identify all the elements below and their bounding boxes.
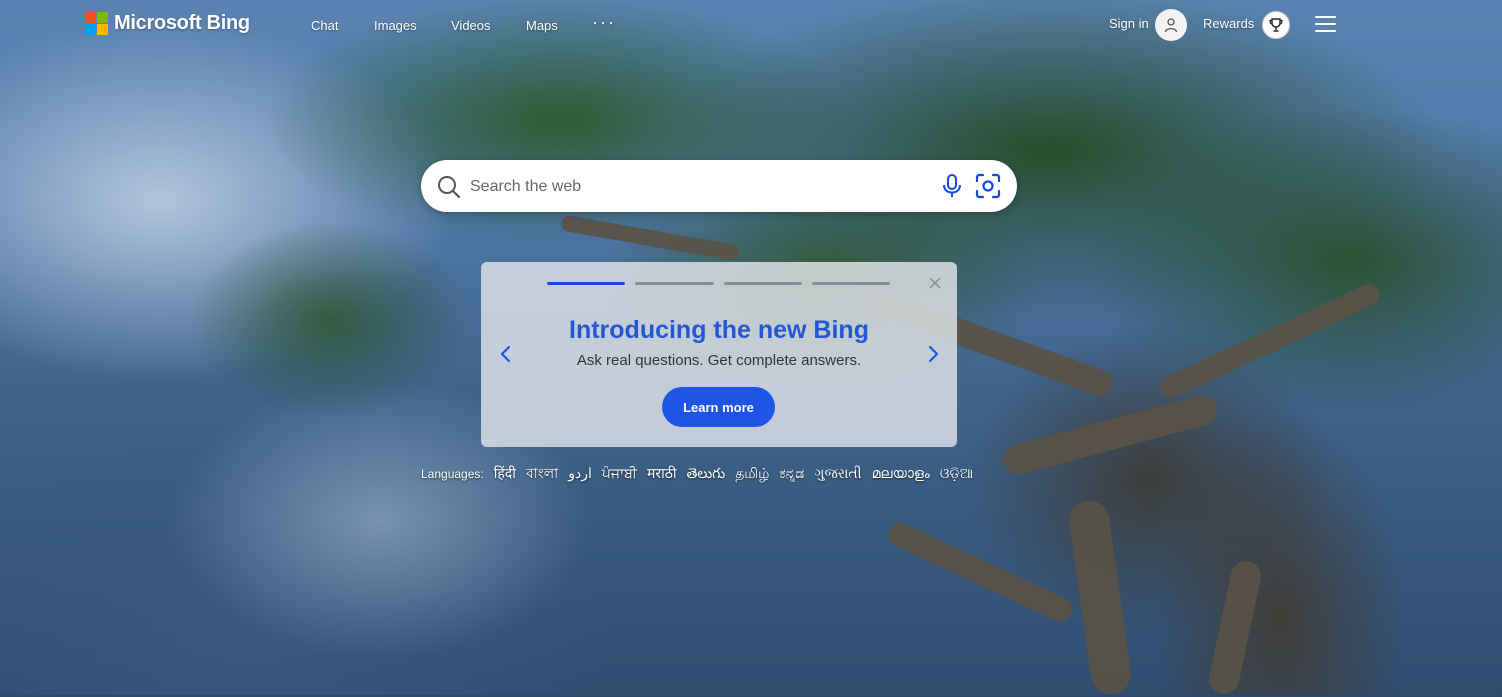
search-input[interactable] bbox=[468, 174, 912, 200]
microphone-icon[interactable] bbox=[941, 173, 963, 204]
language-link-bangla[interactable]: বাংলা bbox=[526, 462, 558, 486]
trophy-icon[interactable] bbox=[1262, 11, 1290, 39]
rewards-link[interactable]: Rewards bbox=[1203, 16, 1254, 31]
hamburger-icon[interactable] bbox=[1315, 15, 1337, 33]
language-link-kannada[interactable]: ಕನ್ನಡ bbox=[779, 465, 804, 482]
language-link-hindi[interactable]: हिंदी bbox=[494, 464, 516, 483]
carousel-indicator-2[interactable] bbox=[635, 282, 714, 285]
promo-subtitle: Ask real questions. Get complete answers… bbox=[576, 352, 862, 369]
language-link-malayalam[interactable]: മലയാളം bbox=[872, 465, 930, 482]
language-link-gujarati[interactable]: ગુજરાતી bbox=[814, 465, 861, 482]
carousel-indicator-3[interactable] bbox=[724, 282, 802, 285]
nav-more[interactable]: ··· bbox=[592, 12, 616, 33]
nav-maps[interactable]: Maps bbox=[526, 18, 558, 33]
top-header: Microsoft Bing Chat Images Videos Maps ·… bbox=[0, 0, 1502, 50]
promo-title: Introducing the new Bing bbox=[569, 316, 869, 344]
language-link-telugu[interactable]: తెలుగు bbox=[687, 465, 726, 485]
microsoft-logo-icon bbox=[85, 12, 108, 35]
close-icon[interactable] bbox=[928, 276, 942, 290]
language-link-urdu[interactable]: اردو bbox=[568, 465, 592, 482]
brand-name: Microsoft Bing bbox=[114, 12, 250, 34]
language-link-marathi[interactable]: मराठी bbox=[647, 464, 676, 483]
languages-label: Languages: bbox=[421, 467, 484, 481]
language-links: Languages: हिंदी বাংলা اردو ਪੰਜਾਬੀ मराठी… bbox=[421, 462, 973, 486]
learn-more-button[interactable]: Learn more bbox=[662, 387, 775, 427]
sign-in-link[interactable]: Sign in bbox=[1109, 16, 1149, 31]
visual-search-icon[interactable] bbox=[974, 172, 1002, 205]
person-icon[interactable] bbox=[1155, 9, 1187, 41]
nav-images[interactable]: Images bbox=[374, 18, 417, 33]
language-link-punjabi[interactable]: ਪੰਜਾਬੀ bbox=[602, 465, 637, 482]
language-link-tamil[interactable]: தமிழ் bbox=[735, 465, 769, 484]
carousel-indicator-4[interactable] bbox=[812, 282, 890, 285]
nav-chat[interactable]: Chat bbox=[311, 18, 338, 33]
nav-videos[interactable]: Videos bbox=[451, 18, 491, 33]
search-icon[interactable] bbox=[436, 174, 462, 205]
bing-logo[interactable]: Microsoft Bing bbox=[85, 12, 250, 35]
search-box bbox=[421, 160, 1017, 212]
carousel-indicator-1[interactable] bbox=[547, 282, 625, 285]
language-link-odia[interactable]: ଓଡ଼ିଆ bbox=[940, 465, 974, 482]
promo-carousel: Introducing the new Bing Ask real questi… bbox=[481, 262, 957, 447]
